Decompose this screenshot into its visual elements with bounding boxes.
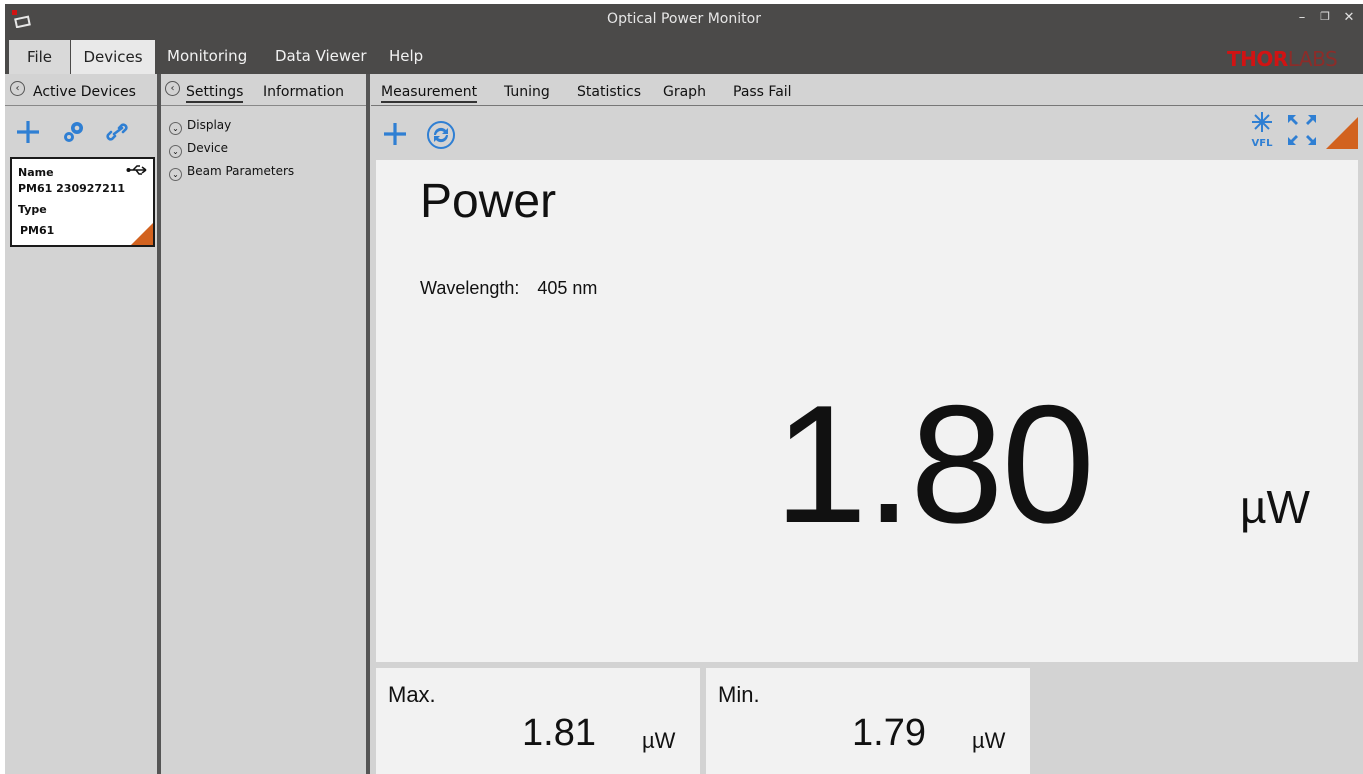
active-devices-title: Active Devices [33,84,136,100]
device-type-label: Type [18,203,47,216]
device-name-label: Name [18,166,54,179]
restore-icon[interactable]: ❐ [1315,10,1335,23]
fullscreen-icon[interactable] [1285,112,1319,148]
active-devices-header: ‹ Active Devices [5,74,157,106]
title-bar: Optical Power Monitor – ❐ ✕ [5,4,1363,36]
chevron-down-icon: ⌄ [169,122,182,135]
tab-graph[interactable]: Graph [663,84,706,100]
chevron-down-icon: ⌄ [169,145,182,158]
wavelength-readout: Wavelength: 405 nm [420,278,597,299]
settings-gears-icon[interactable] [60,118,88,146]
min-stat-box: Min. 1.79 µW [706,668,1030,774]
device-card-corner-marker [131,223,153,245]
device-card[interactable]: Name PM61 230927211 Type PM61 [10,157,155,247]
device-type-value: PM61 [20,224,55,237]
vfl-label: VFL [1252,138,1274,149]
tree-item-device[interactable]: ⌄ Device [169,141,228,158]
panel-divider[interactable] [366,74,370,774]
device-name-value: PM61 230927211 [18,182,126,195]
collapse-left-icon[interactable]: ‹ [10,81,25,96]
max-unit: µW [642,728,676,753]
measurement-title: Power [420,175,557,228]
min-value: 1.79 [852,712,926,754]
close-icon[interactable]: ✕ [1339,10,1359,25]
tree-item-beam-parameters[interactable]: ⌄ Beam Parameters [169,164,294,181]
minimize-icon[interactable]: – [1292,10,1312,25]
add-icon[interactable] [15,119,41,145]
tab-measurement[interactable]: Measurement [381,84,478,103]
measurement-panel: Measurement Tuning Statistics Graph Pass… [371,74,1363,774]
power-unit: µW [1240,481,1310,533]
tab-pass-fail[interactable]: Pass Fail [733,84,792,100]
vfl-icon[interactable]: VFL [1246,110,1278,150]
wavelength-label: Wavelength: [420,278,520,298]
measurement-toolbar [371,108,1363,160]
power-display: Power Wavelength: 405 nm 1.80 µW [376,160,1358,662]
active-devices-panel: ‹ Active Devices Name PM61 230927211 Typ… [5,74,157,774]
power-reading: 1.80 [774,370,1095,558]
settings-header: ‹ Settings Information [161,74,366,106]
max-stat-box: Max. 1.81 µW [376,668,700,774]
min-unit: µW [972,728,1006,753]
menu-devices[interactable]: Devices [71,40,155,74]
wavelength-value: 405 nm [537,278,598,298]
add-icon[interactable] [382,121,408,147]
min-label: Min. [718,682,760,707]
menu-monitoring[interactable]: Monitoring [157,36,257,74]
panel-corner-marker [1326,117,1358,149]
chevron-down-icon: ⌄ [169,168,182,181]
menu-file[interactable]: File [9,40,70,74]
settings-panel: ‹ Settings Information ⌄ Display ⌄ Device … [161,74,366,774]
link-icon[interactable] [105,120,131,144]
refresh-icon[interactable] [426,120,456,150]
usb-icon [126,165,147,175]
collapse-middle-icon[interactable]: ‹ [165,81,180,96]
max-label: Max. [388,682,436,707]
main-tabs: Measurement Tuning Statistics Graph Pass… [371,74,1363,106]
window-title: Optical Power Monitor [607,11,761,27]
menu-data-viewer[interactable]: Data Viewer [265,36,377,74]
app-window: Optical Power Monitor – ❐ ✕ File Devices… [5,4,1363,774]
tab-settings[interactable]: Settings [186,84,244,103]
menu-help[interactable]: Help [379,36,433,74]
tab-information[interactable]: Information [263,84,344,100]
tab-tuning[interactable]: Tuning [504,84,550,100]
menu-bar: File Devices Monitoring Data Viewer Help [5,36,1363,74]
thorlabs-logo: THORLABS [1227,47,1338,71]
tree-item-display[interactable]: ⌄ Display [169,118,231,135]
max-value: 1.81 [522,712,596,754]
tab-statistics[interactable]: Statistics [577,84,641,100]
